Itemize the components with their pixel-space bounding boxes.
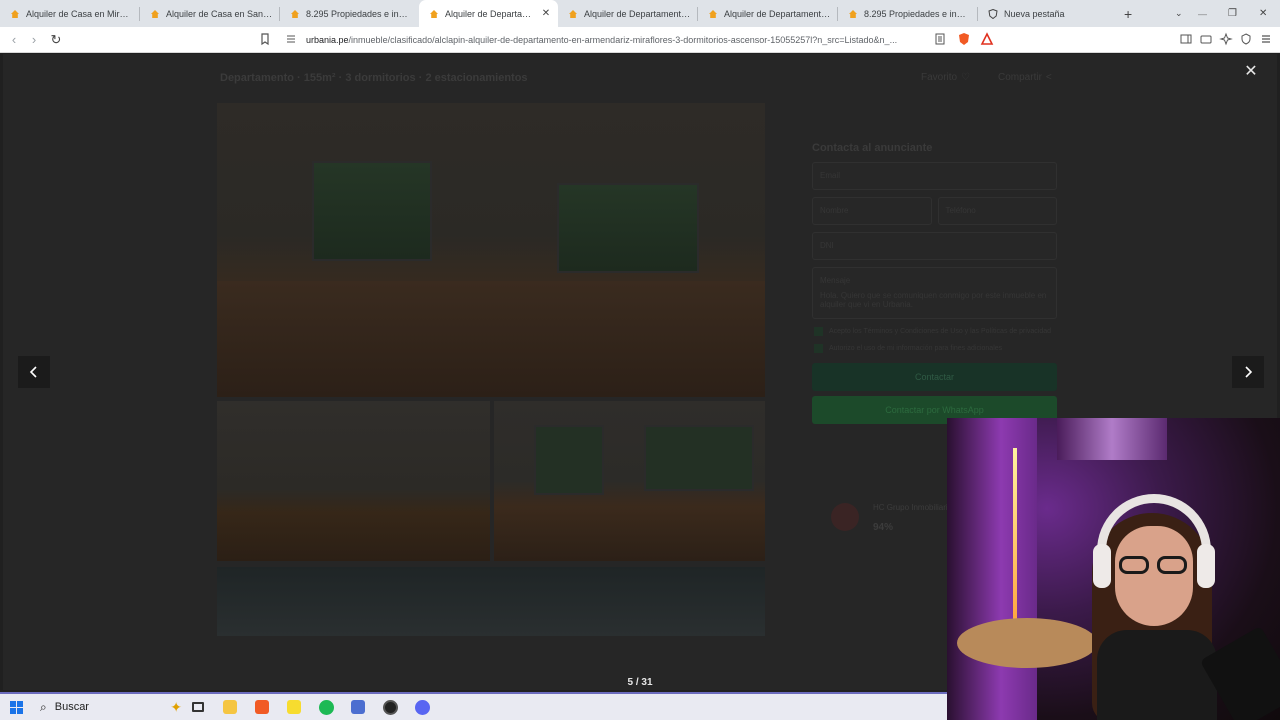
agency-rating: 94% [873,522,894,533]
brave-shield-icon [988,8,998,19]
agency-name: HC Grupo Inmobiliario [873,503,953,512]
message-field[interactable]: Mensaje Hola. Quiero que se comuniquen c… [812,267,1057,319]
chevron-left-icon [29,366,37,378]
start-button[interactable] [0,694,32,720]
urbania-favicon-icon [848,9,858,19]
contact-form: Contacta al anunciante Email Nombre Telé… [812,142,1057,424]
tab-2[interactable]: Alquiler de Casa en Santiago de Surco [140,0,279,27]
sticky-notes-icon[interactable] [278,694,310,720]
urbania-favicon-icon [568,9,578,19]
wallet-icon[interactable] [1199,32,1213,46]
taskbar-search[interactable]: ⌕ Buscar ✦ [32,694,182,720]
title-part: Departamento [220,72,294,84]
tab-5[interactable]: Alquiler de Departamento en [558,0,697,27]
leo-ai-icon[interactable] [1219,32,1233,46]
tab-3[interactable]: 8.295 Propiedades e inmuebles [280,0,419,27]
taskbar: ⌕ Buscar ✦ [0,692,947,720]
terms-checkbox[interactable]: Acepto los Términos y Condiciones de Uso… [814,327,1057,336]
obs-icon[interactable] [374,694,406,720]
urbania-favicon-icon [429,9,439,19]
forward-icon[interactable]: › [24,32,44,47]
tab-bar: Alquiler de Casa en Miraflores Alquiler d… [0,0,1280,27]
urbania-favicon-icon [290,9,300,19]
title-part: 3 dormitorios [345,72,416,84]
close-gallery-button[interactable]: ✕ [1243,64,1259,80]
share-icon: < [1045,72,1052,83]
sidebar-icon[interactable] [1179,32,1193,46]
tab-7[interactable]: 8.295 Propiedades e inmuebles [838,0,977,27]
urbania-favicon-icon [150,9,160,19]
new-tab-button[interactable]: + [1124,0,1132,27]
title-separator: · [418,72,423,84]
reader-mode-icon[interactable] [933,32,947,46]
tab-6[interactable]: Alquiler de Departamento en [698,0,837,27]
tab-label: Nueva pestaña [1004,8,1065,19]
close-tab-icon[interactable]: ✕ [540,8,552,19]
chevron-right-icon [1245,366,1253,378]
menu-icon[interactable] [1259,32,1273,46]
agency-logo [831,503,859,531]
favorite-button[interactable]: Favorito ♡ [921,72,970,83]
title-part: 155m² [303,72,336,84]
photo-thumbnail[interactable] [217,567,765,636]
bookmark-icon[interactable] [258,32,272,46]
listing-title: Departamento · 155m² · 3 dormitorios · 2… [220,72,528,84]
title-part: 2 estacionamientos [425,72,528,84]
tab-label: Alquiler de Departamento en [724,8,837,19]
tab-label: Alquiler de Departamento en [584,8,697,19]
email-field[interactable]: Email [812,162,1057,190]
message-label: Mensaje [820,276,851,285]
urbania-favicon-icon [10,9,20,19]
back-icon[interactable]: ‹ [4,32,24,47]
tab-label: 8.295 Propiedades e inmuebles [306,8,419,19]
phone-field[interactable]: Teléfono [937,197,1057,225]
photo-thumbnail[interactable] [217,401,490,561]
brave-shields-icon[interactable] [957,32,971,46]
dni-field[interactable]: DNI [812,232,1057,260]
brave-browser-icon[interactable] [246,694,278,720]
app-icon[interactable] [342,694,374,720]
site-info-icon[interactable] [284,32,298,46]
close-window-button[interactable]: ✕ [1259,0,1267,27]
restore-button[interactable]: ❐ [1228,0,1237,27]
main-photo[interactable] [217,103,765,397]
windows-icon [9,700,23,714]
spotify-icon[interactable] [310,694,342,720]
vpn-icon[interactable] [1239,32,1253,46]
url-field[interactable]: urbania.pe/inmueble/clasificado/alclapin… [306,35,897,45]
tab-8[interactable]: Nueva pestaña [978,0,1117,27]
title-separator: · [338,72,343,84]
agency-card: HC Grupo Inmobiliario 94% [831,503,952,533]
reload-icon[interactable]: ↻ [46,32,66,48]
heart-icon: ♡ [961,72,971,83]
title-separator: · [297,72,301,84]
minimize-button[interactable]: — [1198,0,1207,27]
task-view-icon[interactable] [182,694,214,720]
tab-1[interactable]: Alquiler de Casa en Miraflores [0,0,139,27]
tab-search-icon[interactable]: ⌄ [1175,0,1183,27]
brave-rewards-icon[interactable] [980,32,994,46]
contact-button[interactable]: Contactar [812,363,1057,391]
contact-form-title: Contacta al anunciante [812,142,933,154]
tab-label: Alquiler de Departamento [445,8,540,19]
tab-label: 8.295 Propiedades e inmuebles [864,8,977,19]
previous-photo-button[interactable] [18,356,50,388]
photo-thumbnail[interactable] [494,401,765,561]
discord-icon[interactable] [406,694,438,720]
tab-4[interactable]: Alquiler de Departamento ✕ [419,0,558,27]
privacy-checkbox[interactable]: Autorizo el uso de mi información para f… [814,344,1057,353]
share-button[interactable]: Compartir < [998,72,1052,83]
message-text: Hola. Quiero que se comuniquen conmigo p… [820,291,1047,309]
name-field[interactable]: Nombre [812,197,932,225]
tab-label: Alquiler de Casa en Santiago de Surco [166,8,279,19]
next-photo-button[interactable] [1232,356,1264,388]
webcam-overlay [947,418,1280,720]
tab-label: Alquiler de Casa en Miraflores [26,8,139,19]
copilot-sparkle-icon: ✦ [170,698,182,715]
search-icon: ⌕ [40,699,47,714]
urbania-favicon-icon [708,9,718,19]
file-explorer-icon[interactable] [214,694,246,720]
